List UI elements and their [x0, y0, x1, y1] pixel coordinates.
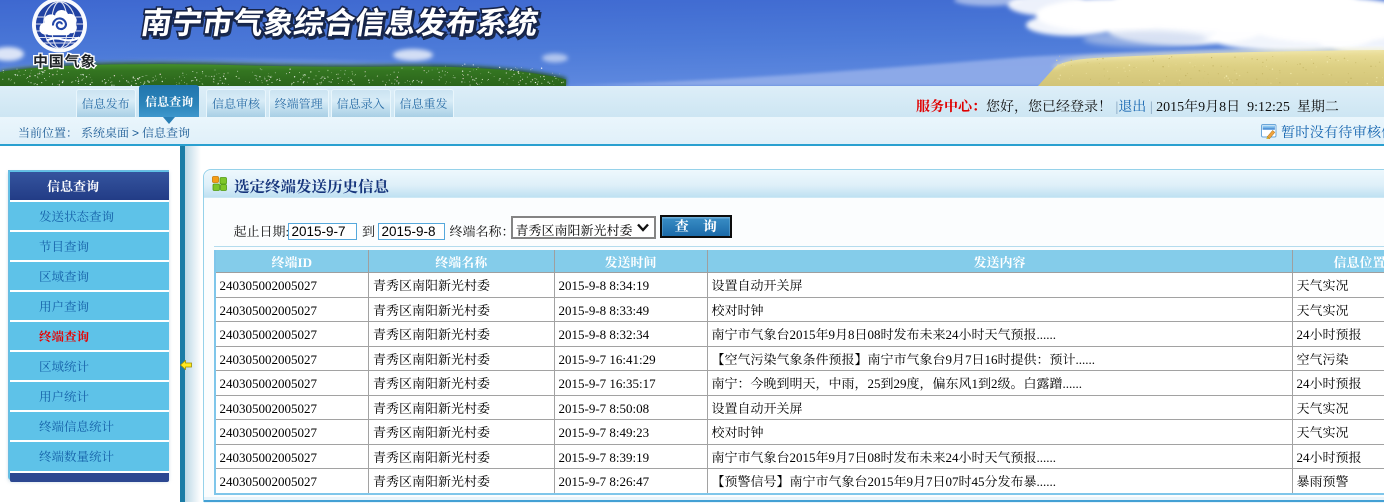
svg-text:中国气象: 中国气象: [33, 51, 96, 72]
svg-text:南宁市气象综合信息发布系统: 南宁市气象综合信息发布系统: [138, 1, 542, 42]
